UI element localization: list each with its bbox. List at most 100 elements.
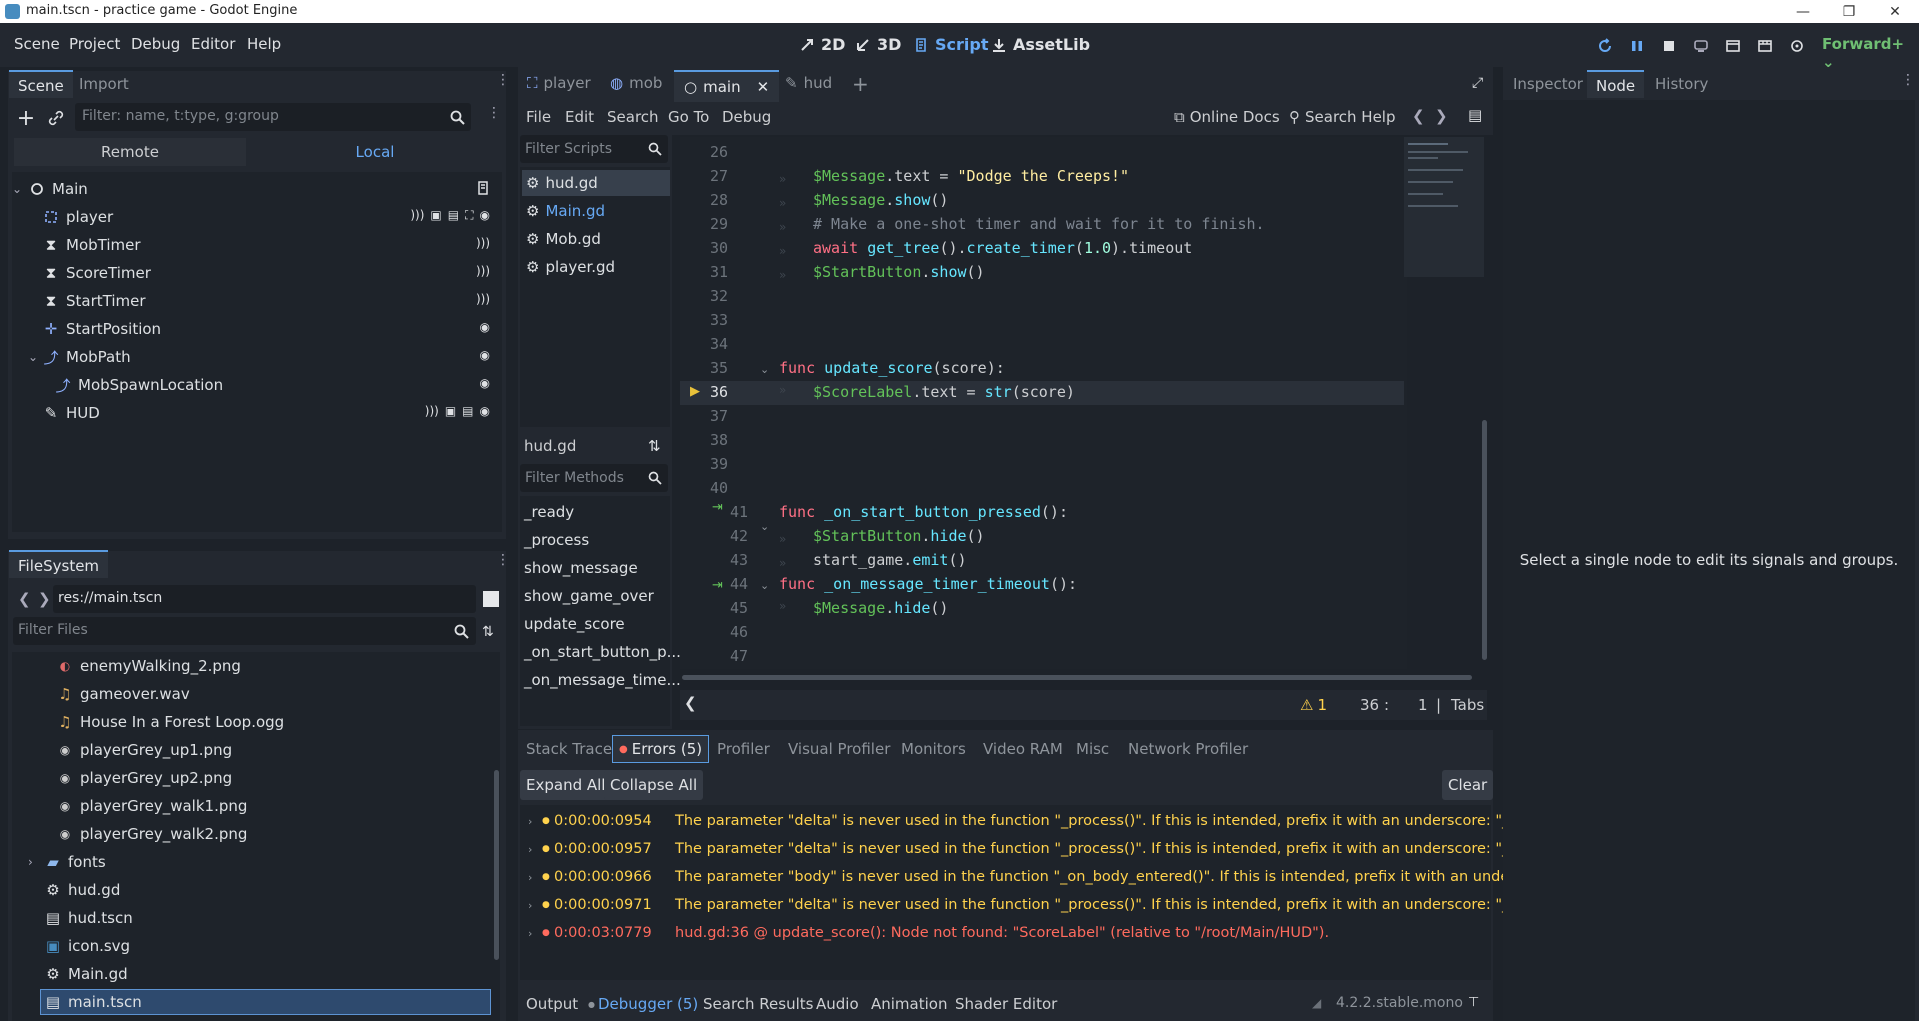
add-node-icon[interactable]: + [16,108,36,130]
filter-scripts-input[interactable]: Filter Scripts [520,135,668,163]
script-item-main[interactable]: ⚙ Main.gd [522,198,670,224]
tree-node-mobspawnlocation[interactable]: ⤴ MobSpawnLocation ◉ [12,372,502,398]
view-mode-icon[interactable] [483,591,499,607]
method-item[interactable]: update_score [524,615,625,633]
signal-icon[interactable]: ))) [410,208,424,223]
search-help-button[interactable]: ⚲ Search Help [1289,108,1396,126]
menu-debug[interactable]: Debug [131,35,180,53]
filter-files-input[interactable]: Filter Files [13,617,476,645]
bottom-tab-shader-editor[interactable]: Shader Editor [955,995,1057,1013]
debug-tab-network-profiler[interactable]: Network Profiler [1128,740,1248,758]
signal-icon[interactable]: ))) [476,236,490,250]
menu-scene[interactable]: Scene [14,35,60,53]
workspace-2d[interactable]: 2D [798,35,845,54]
filesystem-menu-icon[interactable]: ⋮ [496,553,510,575]
code-horizontal-scrollbar[interactable] [682,675,1472,680]
script-menu-goto[interactable]: Go To [668,108,709,126]
tree-node-starttimer[interactable]: ⧗ StartTimer ))) [12,288,502,314]
fold-chevron-icon[interactable]: ⌄ [760,579,769,592]
script-menu-file[interactable]: File [526,108,551,126]
method-item[interactable]: _on_start_button_p... [524,643,681,661]
tree-node-player[interactable]: player ))) ▣ ▤ ⛶ ◉ [12,204,502,230]
script-menu-search[interactable]: Search [607,108,659,126]
script-item-player[interactable]: ⚙ player.gd [522,254,670,280]
remote-tab[interactable]: Remote [14,138,246,166]
file-item[interactable]: ♫ gameover.wav [20,681,490,707]
script-item-hud[interactable]: ⚙ hud.gd [522,170,670,196]
bottom-tab-audio[interactable]: Audio [816,995,859,1013]
editor-tab-hud[interactable]: ✎ hud [785,74,832,92]
editor-tab-main[interactable]: ○ main ✕ [674,70,780,102]
method-item[interactable]: _process [524,531,589,549]
signal-icon[interactable]: ))) [476,264,490,278]
tree-node-scoretimer[interactable]: ⧗ ScoreTimer ))) [12,260,502,286]
minimize-button[interactable]: — [1780,0,1826,23]
sort-icon[interactable]: ⇅ [482,624,494,640]
fold-chevron-icon[interactable]: ⌄ [760,363,769,376]
scene-instance-icon[interactable]: ▣ [445,404,456,418]
code-vertical-scrollbar[interactable] [1482,420,1487,660]
close-tab-icon[interactable]: ✕ [757,78,770,96]
debug-tab-misc[interactable]: Misc [1076,740,1109,758]
tree-node-mobtimer[interactable]: ⧗ MobTimer ))) [12,232,502,258]
warnings-count[interactable]: ⚠ 1 [1300,696,1327,714]
visibility-eye-icon[interactable]: ◉ [480,404,490,418]
menu-project[interactable]: Project [69,35,120,53]
movie-maker-icon[interactable] [1786,35,1808,57]
tab-filesystem[interactable]: FileSystem [9,550,109,578]
code-editor[interactable]: ▶ ⇥ ⇥ ⌄ ⌄ ⌄ 26 27 28 29 30 31 32 33 34 3… [680,137,1407,669]
file-item[interactable]: ⚙ Main.gd [20,961,490,987]
bottom-tab-debugger[interactable]: ● Debugger (5) [588,995,698,1013]
workspace-3d[interactable]: 3D [854,35,901,54]
script-icon[interactable]: ▤ [448,208,459,223]
history-back-icon[interactable]: ❮ [1412,107,1425,125]
scene-instance-icon[interactable]: ▣ [430,208,441,223]
editor-tab-mob[interactable]: ◍ mob [610,74,662,92]
minimap[interactable] [1404,137,1484,277]
script-item-mob[interactable]: ⚙ Mob.gd [522,226,670,252]
history-forward-icon[interactable]: ❯ [1435,107,1448,125]
play-scene-icon[interactable] [1722,35,1744,57]
tab-node[interactable]: Node [1587,70,1645,98]
script-icon[interactable]: ▤ [462,404,473,418]
method-item[interactable]: show_game_over [524,587,654,605]
pin-panel-icon[interactable]: ⊤ [1468,995,1479,1010]
group-icon[interactable]: ⛶ [465,208,473,223]
tree-node-startposition[interactable]: ✛ StartPosition ◉ [12,316,502,342]
maximize-button[interactable]: ❐ [1826,0,1872,23]
bottom-tab-search-results[interactable]: Search Results [703,995,813,1013]
file-item[interactable]: ▣ icon.svg [20,933,490,959]
collapse-all-button[interactable]: Collapse All [604,770,704,800]
play-custom-scene-icon[interactable] [1754,35,1776,57]
filter-methods-input[interactable]: Filter Methods [520,464,668,492]
instance-scene-icon[interactable] [48,110,64,126]
folder-item[interactable]: › ▰ fonts [20,849,490,875]
indent-mode[interactable]: Tabs [1451,696,1484,714]
file-item-selected[interactable]: ▤ main.tscn [40,989,491,1015]
online-docs-link[interactable]: ⧉ Online Docs [1174,108,1280,126]
debug-tab-errors[interactable]: ● Errors (5) [612,735,710,763]
path-field[interactable]: res://main.tscn [53,585,476,613]
visibility-eye-icon[interactable]: ◉ [480,320,490,334]
menu-editor[interactable]: Editor [191,35,235,53]
tree-node-main[interactable]: ⌄ Main [12,176,502,202]
right-dock-menu-icon[interactable]: ⋮ [1901,73,1915,95]
debug-tab-video-ram[interactable]: Video RAM [983,740,1063,758]
tree-node-hud[interactable]: ✎ HUD ))) ▣ ▤ ◉ [12,400,502,426]
remote-debug-icon[interactable] [1690,35,1712,57]
reload-icon[interactable] [1594,35,1616,57]
method-item[interactable]: show_message [524,559,638,577]
file-item[interactable]: ⚙ hud.gd [20,877,490,903]
toggle-scripts-panel-icon[interactable]: ❮ [684,694,697,712]
menu-help[interactable]: Help [247,35,281,53]
scene-dock-menu-icon[interactable]: ⋮ [496,73,510,95]
add-tab-icon[interactable]: + [852,72,869,96]
expand-all-button[interactable]: Expand All [520,770,612,800]
tab-scene[interactable]: Scene [9,70,73,98]
toggle-panel-icon[interactable]: ▤ [1468,106,1482,124]
signal-icon[interactable]: ))) [425,404,439,418]
error-row[interactable]: › ● 0:00:00:0957 The parameter "delta" i… [528,837,1557,861]
sort-methods-icon[interactable]: ⇅ [648,437,661,455]
file-item[interactable]: ◐ enemyWalking_2.png [20,653,490,679]
debug-tab-monitors[interactable]: Monitors [901,740,966,758]
